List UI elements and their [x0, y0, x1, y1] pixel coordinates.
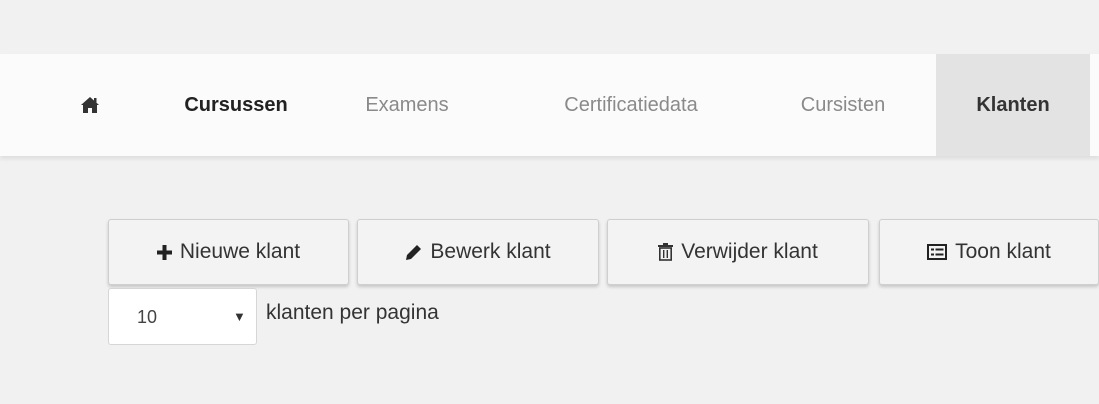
- trash-icon: [658, 243, 674, 261]
- edit-client-label: Bewerk klant: [430, 240, 551, 263]
- per-page-value: 10: [137, 307, 158, 327]
- delete-client-label: Verwijder klant: [681, 240, 818, 263]
- nav-examens[interactable]: Examens: [337, 54, 477, 156]
- home-icon[interactable]: [70, 54, 110, 156]
- per-page-label: klanten per pagina: [266, 301, 439, 324]
- plus-icon: [156, 244, 172, 260]
- main-navbar: Cursussen Examens Certificatiedata Cursi…: [0, 54, 1099, 156]
- new-client-button[interactable]: Nieuwe klant: [108, 219, 349, 285]
- list-icon: [927, 244, 948, 260]
- nav-klanten[interactable]: Klanten: [936, 54, 1090, 156]
- new-client-label: Nieuwe klant: [179, 240, 301, 263]
- delete-client-button[interactable]: Verwijder klant: [607, 219, 869, 285]
- nav-certificatiedata[interactable]: Certificatiedata: [518, 54, 744, 156]
- nav-cursisten[interactable]: Cursisten: [768, 54, 918, 156]
- pencil-icon: [405, 244, 422, 261]
- nav-cursussen[interactable]: Cursussen: [148, 54, 324, 156]
- show-client-button[interactable]: Toon klant: [879, 219, 1099, 285]
- edit-client-button[interactable]: Bewerk klant: [357, 219, 599, 285]
- show-client-label: Toon klant: [955, 240, 1051, 263]
- chevron-down-icon: ▼: [233, 309, 246, 324]
- per-page-select[interactable]: 10 ▼: [108, 288, 257, 345]
